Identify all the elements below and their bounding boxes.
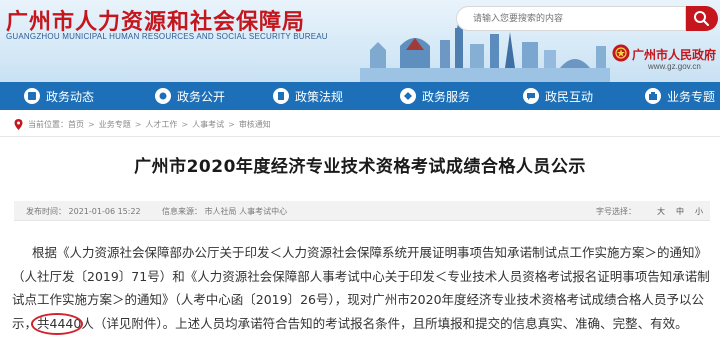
nav-item-news[interactable]: 政务动态 bbox=[24, 82, 94, 110]
location-pin-icon bbox=[14, 118, 23, 130]
nav-label: 政策法规 bbox=[295, 89, 344, 104]
service-icon bbox=[400, 88, 416, 104]
nav-label: 政务动态 bbox=[46, 89, 95, 104]
nav-item-service[interactable]: 政务服务 bbox=[400, 82, 470, 110]
body-line-4: 示，共4440人 （详见附件）。上述人员均承诺符合告知的考试报名条件，且所填报和提… bbox=[12, 312, 708, 336]
nav-label: 政民互动 bbox=[545, 89, 594, 104]
body-line: 试点工作实施方案＞的通知》（人考中心函〔2019〕26号），现对广州市2020年… bbox=[12, 292, 705, 307]
news-icon bbox=[24, 88, 40, 104]
body-line-start: 示， bbox=[12, 315, 38, 331]
body-line-rest: （详见附件）。上述人员均承诺符合告知的考试报名条件，且所填报和提交的信息真实、准… bbox=[93, 315, 688, 331]
info-source: 信息来源： 市人社局 人事考试中心 bbox=[162, 207, 288, 216]
publish-time: 发布时间： 2021-01-06 15:22 bbox=[26, 207, 141, 216]
policy-icon bbox=[273, 88, 289, 104]
publicity-icon bbox=[155, 88, 171, 104]
gov-portal-link[interactable]: 广州市人民政府 bbox=[632, 46, 716, 63]
breadcrumb-exam[interactable]: 人事考试 bbox=[192, 119, 224, 130]
nav-label: 政务公开 bbox=[177, 89, 226, 104]
body-line: （人社厅发〔2019〕71号）和《人力资源社会保障部人事考试中心关于印发＜专业技… bbox=[12, 268, 710, 284]
nav-label: 政务服务 bbox=[422, 89, 471, 104]
breadcrumb-separator: > bbox=[181, 119, 189, 129]
main-nav: 政务动态 政务公开 政策法规 政务服务 政民互动 业务专题 bbox=[0, 82, 720, 110]
search-box bbox=[456, 6, 686, 31]
font-size-label: 字号选择： bbox=[596, 207, 636, 216]
article-meta-bar: 发布时间： 2021-01-06 15:22 信息来源： 市人社局 人事考试中心… bbox=[14, 201, 710, 221]
breadcrumb-separator: > bbox=[228, 119, 235, 129]
font-size-large[interactable]: 大 bbox=[657, 206, 665, 217]
nav-item-policy[interactable]: 政策法规 bbox=[273, 82, 343, 110]
nav-item-topic[interactable]: 业务专题 bbox=[645, 82, 715, 110]
breadcrumb-prefix: 当前位置： bbox=[28, 119, 68, 129]
breadcrumb-home[interactable]: 首页 bbox=[68, 119, 84, 130]
font-size-small[interactable]: 小 bbox=[695, 206, 703, 217]
breadcrumb: 当前位置： 首页 > 业务专题 > 人才工作 > 人事考试 > 审核通知 bbox=[14, 117, 271, 131]
count-unit: 人 bbox=[81, 315, 94, 331]
search-icon bbox=[694, 11, 709, 26]
nav-item-publicity[interactable]: 政务公开 bbox=[155, 82, 225, 110]
article-title: 广州市2020年度经济专业技术资格考试成绩合格人员公示 bbox=[134, 157, 586, 177]
breadcrumb-talent[interactable]: 人才工作 bbox=[145, 119, 177, 130]
site-subtitle: GUANGZHOU MUNICIPAL HUMAN RESOURCES AND … bbox=[6, 32, 328, 41]
breadcrumb-separator: > bbox=[134, 119, 142, 129]
nav-label: 业务专题 bbox=[667, 89, 716, 104]
highlighted-count: 共4440人 bbox=[31, 312, 94, 336]
site-header: 广州市人力资源和社会保障局 GUANGZHOU MUNICIPAL HUMAN … bbox=[0, 0, 720, 82]
body-line: 根据《人力资源社会保障部办公厅关于印发＜人力资源社会保障系统开展证明事项告知承诺… bbox=[32, 245, 708, 260]
font-size-medium[interactable]: 中 bbox=[676, 206, 684, 217]
divider bbox=[0, 136, 720, 137]
nav-item-interaction[interactable]: 政民互动 bbox=[523, 82, 593, 110]
qualified-count: 4440 bbox=[49, 315, 82, 331]
gov-url[interactable]: www.gz.gov.cn bbox=[648, 62, 701, 71]
count-prefix: 共 bbox=[37, 315, 50, 331]
search-button[interactable] bbox=[686, 6, 718, 31]
breadcrumb-notice[interactable]: 审核通知 bbox=[239, 119, 271, 130]
breadcrumb-separator: > bbox=[88, 119, 95, 129]
article-body: 根据《人力资源社会保障部办公厅关于印发＜人力资源社会保障系统开展证明事项告知承诺… bbox=[12, 241, 710, 335]
search-input[interactable] bbox=[473, 7, 673, 30]
interaction-icon bbox=[523, 88, 539, 104]
gov-emblem-icon bbox=[612, 44, 630, 62]
topic-icon bbox=[645, 88, 661, 104]
breadcrumb-topics[interactable]: 业务专题 bbox=[99, 119, 131, 130]
